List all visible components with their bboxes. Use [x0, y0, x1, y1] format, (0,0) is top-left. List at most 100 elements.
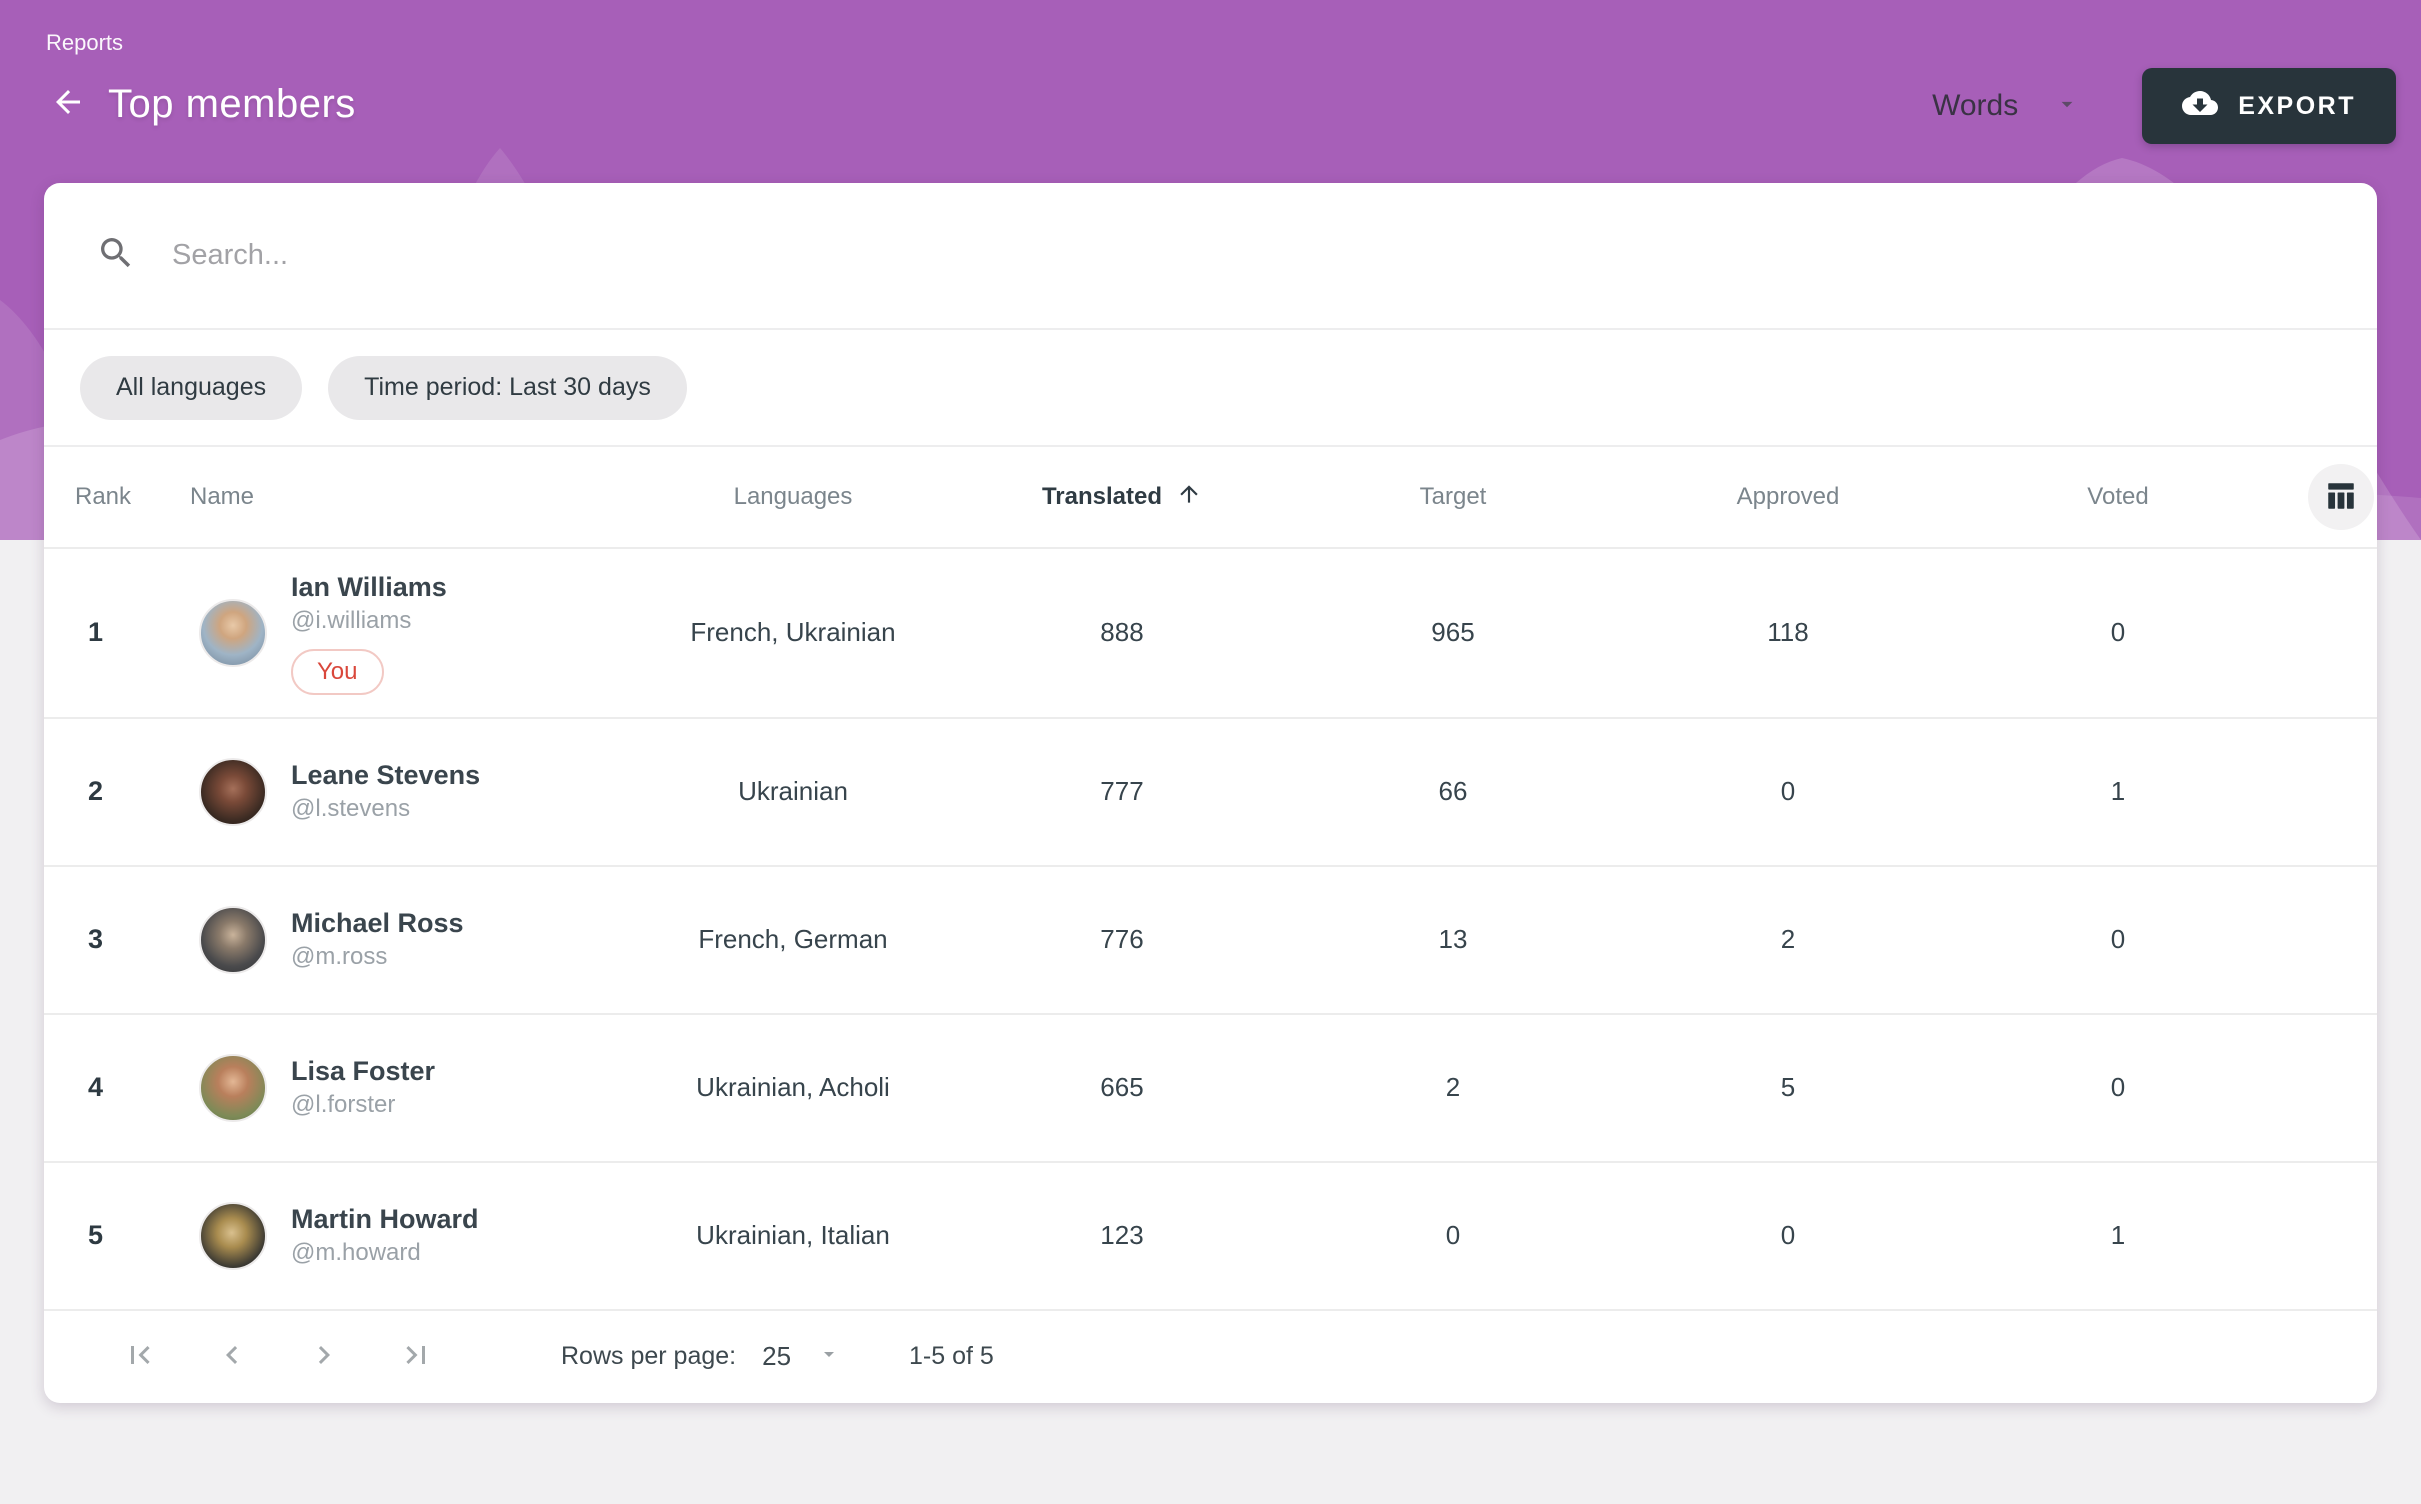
member-name: Lisa Foster [291, 1055, 435, 1087]
member-name: Ian Williams [291, 571, 447, 603]
column-header-target[interactable]: Target [1262, 483, 1644, 511]
rank-value: 4 [44, 1072, 170, 1103]
table-row: 4 Lisa Foster @l.forster Ukrainian, Acho… [44, 1015, 2377, 1163]
first-page-icon [122, 1337, 158, 1376]
avatar [199, 599, 267, 667]
column-header-translated-sorted[interactable]: Translated [982, 481, 1262, 514]
chevron-right-icon [306, 1337, 342, 1376]
approved-value: 2 [1644, 924, 1932, 955]
translated-value: 665 [982, 1072, 1262, 1103]
target-value: 0 [1262, 1220, 1644, 1251]
unit-dropdown[interactable]: Words [1932, 89, 2080, 123]
unit-dropdown-value: Words [1932, 89, 2018, 123]
rank-value: 3 [44, 924, 170, 955]
column-header-translated-label: Translated [1042, 483, 1162, 511]
all-languages-chip[interactable]: All languages [80, 356, 302, 420]
voted-value: 0 [1932, 617, 2304, 648]
member-username: @i.williams [291, 605, 447, 636]
back-button[interactable] [46, 83, 90, 127]
avatar [199, 1054, 267, 1122]
voted-value: 0 [1932, 924, 2304, 955]
next-page-button[interactable] [304, 1337, 344, 1377]
target-value: 66 [1262, 776, 1644, 807]
last-page-icon [398, 1337, 434, 1376]
member-username: @l.forster [291, 1089, 435, 1120]
column-header-rank[interactable]: Rank [44, 483, 170, 511]
cloud-download-icon [2182, 85, 2218, 128]
column-settings-button[interactable] [2308, 464, 2374, 530]
approved-value: 0 [1644, 776, 1932, 807]
arrow-left-icon [50, 84, 86, 125]
report-card: All languages Time period: Last 30 days … [44, 183, 2377, 1403]
export-button-label: EXPORT [2238, 92, 2356, 121]
chevron-down-icon [817, 1342, 841, 1371]
sort-ascending-arrow-icon [1176, 481, 1202, 514]
pagination-bar: Rows per page: 25 1-5 of 5 [44, 1311, 2377, 1403]
member-cell: Leane Stevens @l.stevens [170, 736, 604, 848]
languages-value: French, Ukrainian [604, 617, 982, 648]
member-username: @m.howard [291, 1237, 479, 1268]
you-badge: You [291, 649, 384, 695]
avatar [199, 906, 267, 974]
last-page-button[interactable] [396, 1337, 436, 1377]
table-row: 3 Michael Ross @m.ross French, German 77… [44, 867, 2377, 1015]
search-icon [96, 233, 172, 278]
approved-value: 118 [1644, 617, 1932, 648]
translated-value: 888 [982, 617, 1262, 648]
member-name: Martin Howard [291, 1203, 479, 1235]
translated-value: 776 [982, 924, 1262, 955]
rank-value: 5 [44, 1220, 170, 1251]
table-header-row: Rank Name Languages Translated Target Ap… [44, 447, 2377, 549]
target-value: 965 [1262, 617, 1644, 648]
rank-value: 2 [44, 776, 170, 807]
column-header-voted[interactable]: Voted [1932, 483, 2304, 511]
chevron-left-icon [214, 1337, 250, 1376]
time-period-chip[interactable]: Time period: Last 30 days [328, 356, 687, 420]
pagination-range: 1-5 of 5 [909, 1342, 994, 1371]
avatar [199, 1202, 267, 1270]
target-value: 13 [1262, 924, 1644, 955]
previous-page-button[interactable] [212, 1337, 252, 1377]
approved-value: 5 [1644, 1072, 1932, 1103]
voted-value: 1 [1932, 776, 2304, 807]
languages-value: Ukrainian [604, 776, 982, 807]
translated-value: 777 [982, 776, 1262, 807]
column-header-name[interactable]: Name [170, 483, 604, 511]
member-cell: Lisa Foster @l.forster [170, 1032, 604, 1144]
rank-value: 1 [44, 617, 170, 648]
table-row: 5 Martin Howard @m.howard Ukrainian, Ita… [44, 1163, 2377, 1311]
member-username: @m.ross [291, 941, 464, 972]
rows-per-page-value: 25 [762, 1341, 791, 1372]
member-name: Michael Ross [291, 907, 464, 939]
target-value: 2 [1262, 1072, 1644, 1103]
approved-value: 0 [1644, 1220, 1932, 1251]
table-row: 1 Ian Williams @i.williams You French, U… [44, 549, 2377, 719]
languages-value: Ukrainian, Acholi [604, 1072, 982, 1103]
table-row: 2 Leane Stevens @l.stevens Ukrainian 777… [44, 719, 2377, 867]
first-page-button[interactable] [120, 1337, 160, 1377]
search-bar [44, 183, 2377, 330]
column-header-languages[interactable]: Languages [604, 483, 982, 511]
search-input[interactable] [172, 239, 2325, 272]
column-header-approved[interactable]: Approved [1644, 483, 1932, 511]
languages-value: French, German [604, 924, 982, 955]
table-body: 1 Ian Williams @i.williams You French, U… [44, 549, 2377, 1311]
avatar [199, 758, 267, 826]
voted-value: 0 [1932, 1072, 2304, 1103]
languages-value: Ukrainian, Italian [604, 1220, 982, 1251]
rows-per-page-label: Rows per page: [561, 1342, 736, 1371]
export-button[interactable]: EXPORT [2142, 68, 2396, 144]
translated-value: 123 [982, 1220, 1262, 1251]
member-name: Leane Stevens [291, 759, 480, 791]
breadcrumb[interactable]: Reports [46, 30, 123, 56]
columns-icon [2324, 479, 2358, 516]
page-title: Top members [108, 82, 356, 127]
filter-chips: All languages Time period: Last 30 days [44, 330, 2377, 447]
member-username: @l.stevens [291, 793, 480, 824]
member-cell: Ian Williams @i.williams You [170, 549, 604, 717]
voted-value: 1 [1932, 1220, 2304, 1251]
member-cell: Martin Howard @m.howard [170, 1180, 604, 1292]
rows-per-page-select[interactable]: 25 [762, 1341, 841, 1372]
member-cell: Michael Ross @m.ross [170, 884, 604, 996]
chevron-down-icon [2054, 91, 2080, 122]
